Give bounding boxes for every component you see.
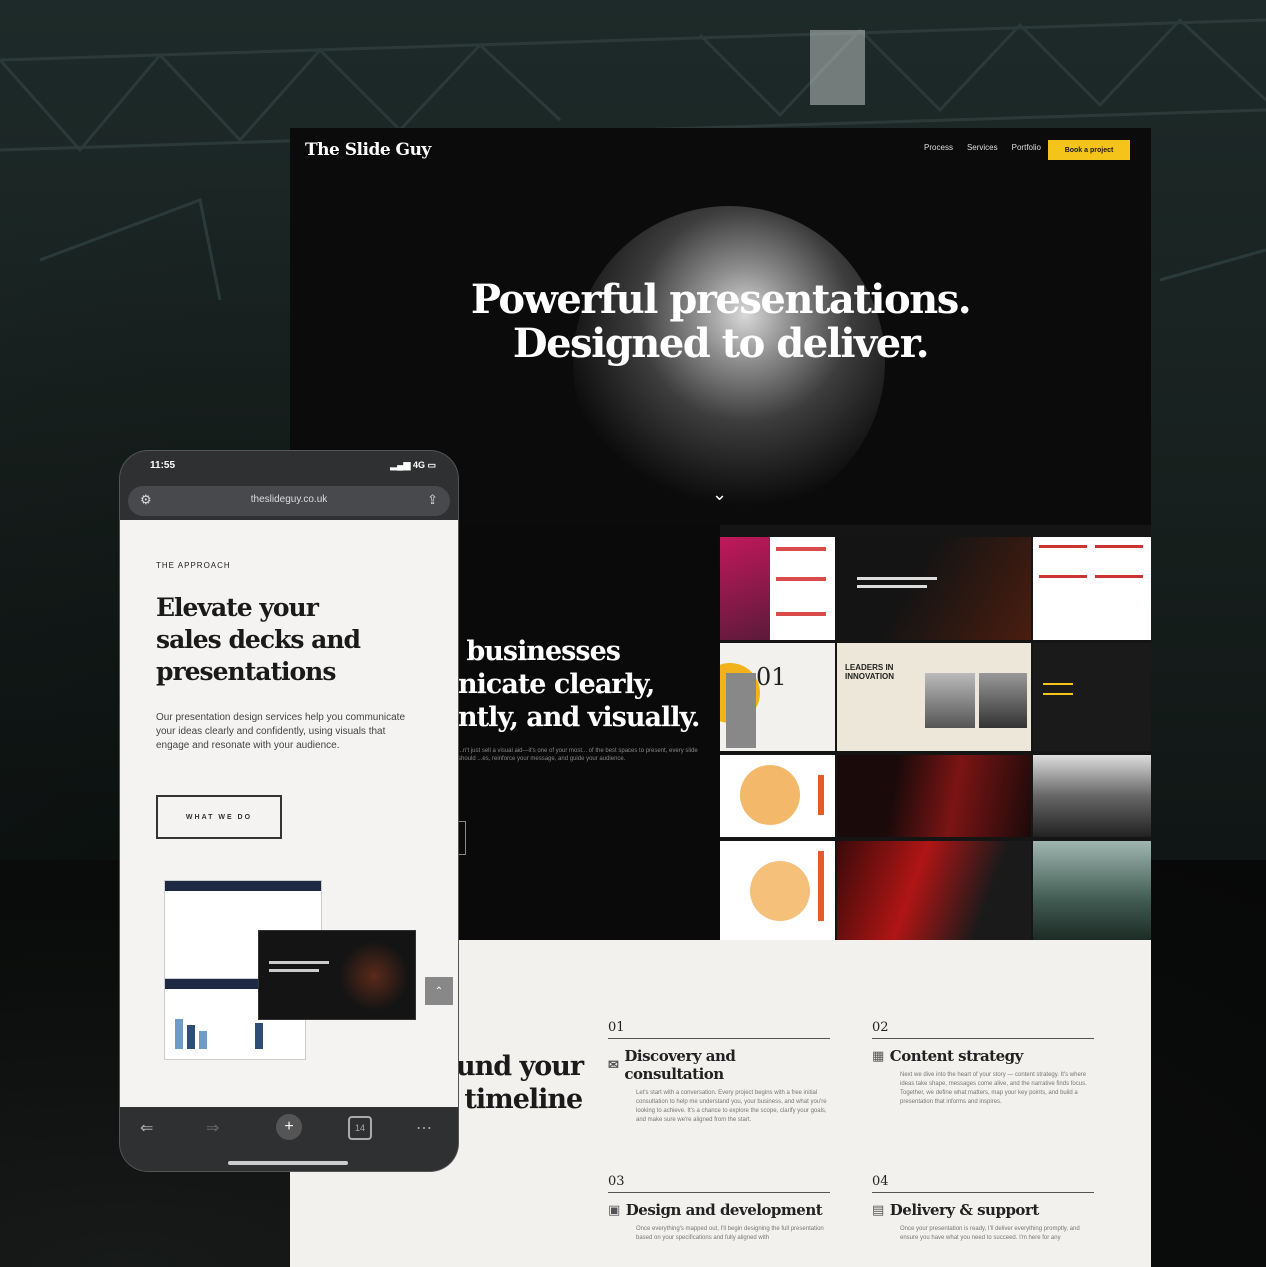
process-step-3: 03 ▣ Design and development Once everythi… [608, 1174, 830, 1243]
book-project-button[interactable]: Book a project [1048, 140, 1130, 160]
hero-line-1: Powerful presentations. [470, 276, 972, 323]
step-title: Delivery & support [889, 1201, 1039, 1219]
portfolio-tile[interactable] [837, 755, 1031, 837]
what-we-do-button[interactable]: WHAT WE DO [156, 795, 282, 839]
step-number: 03 [608, 1174, 830, 1193]
speech-icon: ✉ [608, 1057, 619, 1073]
status-time: 11:55 [150, 460, 176, 471]
about-heading: businesses nicate clearly, ntly, and vis… [458, 636, 700, 733]
step-body: Once your presentation is ready, I'll de… [900, 1226, 1080, 1241]
doc-icon: ▤ [872, 1202, 884, 1218]
portfolio-grid: 01 LEADERS IN INNOVATION [720, 525, 1151, 940]
step-number: 02 [872, 1020, 1094, 1039]
status-bar: 11:55 ▂▄▆ 4G ▭ [120, 451, 458, 483]
portfolio-tile[interactable] [837, 537, 1031, 640]
step-title: Content strategy [889, 1047, 1024, 1065]
process-step-1: 01 ✉ Discovery and consultation Let's sta… [608, 1020, 830, 1125]
nav-process[interactable]: Process [924, 143, 953, 152]
mobile-heading: Elevate your sales decks and presentatio… [156, 593, 361, 686]
status-signal: ▂▄▆ 4G ▭ [390, 460, 436, 470]
forward-icon[interactable]: ⇒ [206, 1118, 219, 1138]
about-body: ...n't just sell a visual aid—it's one o… [458, 748, 698, 762]
step-body: Let's start with a conversation. Every p… [636, 1090, 827, 1123]
scroll-up-button[interactable]: ⌃ [425, 977, 453, 1005]
new-tab-icon[interactable]: + [276, 1114, 302, 1140]
section-kicker: THE APPROACH [156, 561, 231, 570]
hero-heading: Powerful presentations. Designed to deli… [290, 278, 1151, 366]
portfolio-tile[interactable] [1033, 755, 1151, 837]
portfolio-tile[interactable] [720, 841, 835, 940]
portfolio-tile[interactable] [837, 841, 1031, 940]
back-icon[interactable]: ⇐ [140, 1118, 153, 1138]
portfolio-tile[interactable] [720, 755, 835, 837]
grid-icon: ▦ [872, 1048, 884, 1064]
slide-preview[interactable] [258, 930, 416, 1020]
mobile-page: THE APPROACH Elevate your sales decks an… [120, 520, 458, 1107]
home-indicator [228, 1161, 348, 1165]
step-title: Discovery and consultation [624, 1047, 736, 1083]
portfolio-tile[interactable] [1033, 643, 1151, 751]
portfolio-tile[interactable] [720, 537, 835, 640]
share-icon[interactable]: ⇪ [427, 492, 438, 508]
portfolio-tile[interactable]: LEADERS IN INNOVATION [837, 643, 1031, 751]
portfolio-tile[interactable] [1033, 841, 1151, 940]
portfolio-tile[interactable] [1033, 537, 1151, 640]
site-nav: Process Services Portfolio [924, 143, 1041, 152]
step-body: Next we dive into the heart of your stor… [900, 1072, 1087, 1105]
process-step-4: 04 ▤ Delivery & support Once your present… [872, 1174, 1094, 1243]
hero-line-2: Designed to deliver. [512, 320, 930, 367]
step-number: 04 [872, 1174, 1094, 1193]
url-text: theslideguy.co.uk [250, 494, 328, 505]
address-bar[interactable]: ⚙ theslideguy.co.uk ⇪ [128, 486, 450, 516]
step-number: 01 [608, 1020, 830, 1039]
site-logo[interactable]: The Slide Guy [305, 140, 431, 160]
portfolio-tile[interactable]: 01 [720, 643, 835, 751]
scroll-down-icon[interactable]: ⌄ [712, 484, 727, 505]
more-icon[interactable]: ⋯ [416, 1118, 432, 1138]
layout-icon: ▣ [608, 1202, 620, 1218]
process-heading: und your timeline [456, 1051, 584, 1115]
process-step-2: 02 ▦ Content strategy Next we dive into t… [872, 1020, 1094, 1107]
nav-portfolio[interactable]: Portfolio [1012, 143, 1041, 152]
step-body: Once everything's mapped out, I'll begin… [636, 1226, 824, 1241]
mobile-body: Our presentation design services help yo… [156, 712, 406, 751]
step-title: Design and development [625, 1201, 823, 1219]
mobile-phone: 11:55 ▂▄▆ 4G ▭ ⚙ theslideguy.co.uk ⇪ THE… [120, 451, 458, 1171]
tabs-icon[interactable]: 14 [348, 1116, 372, 1140]
nav-services[interactable]: Services [967, 143, 998, 152]
